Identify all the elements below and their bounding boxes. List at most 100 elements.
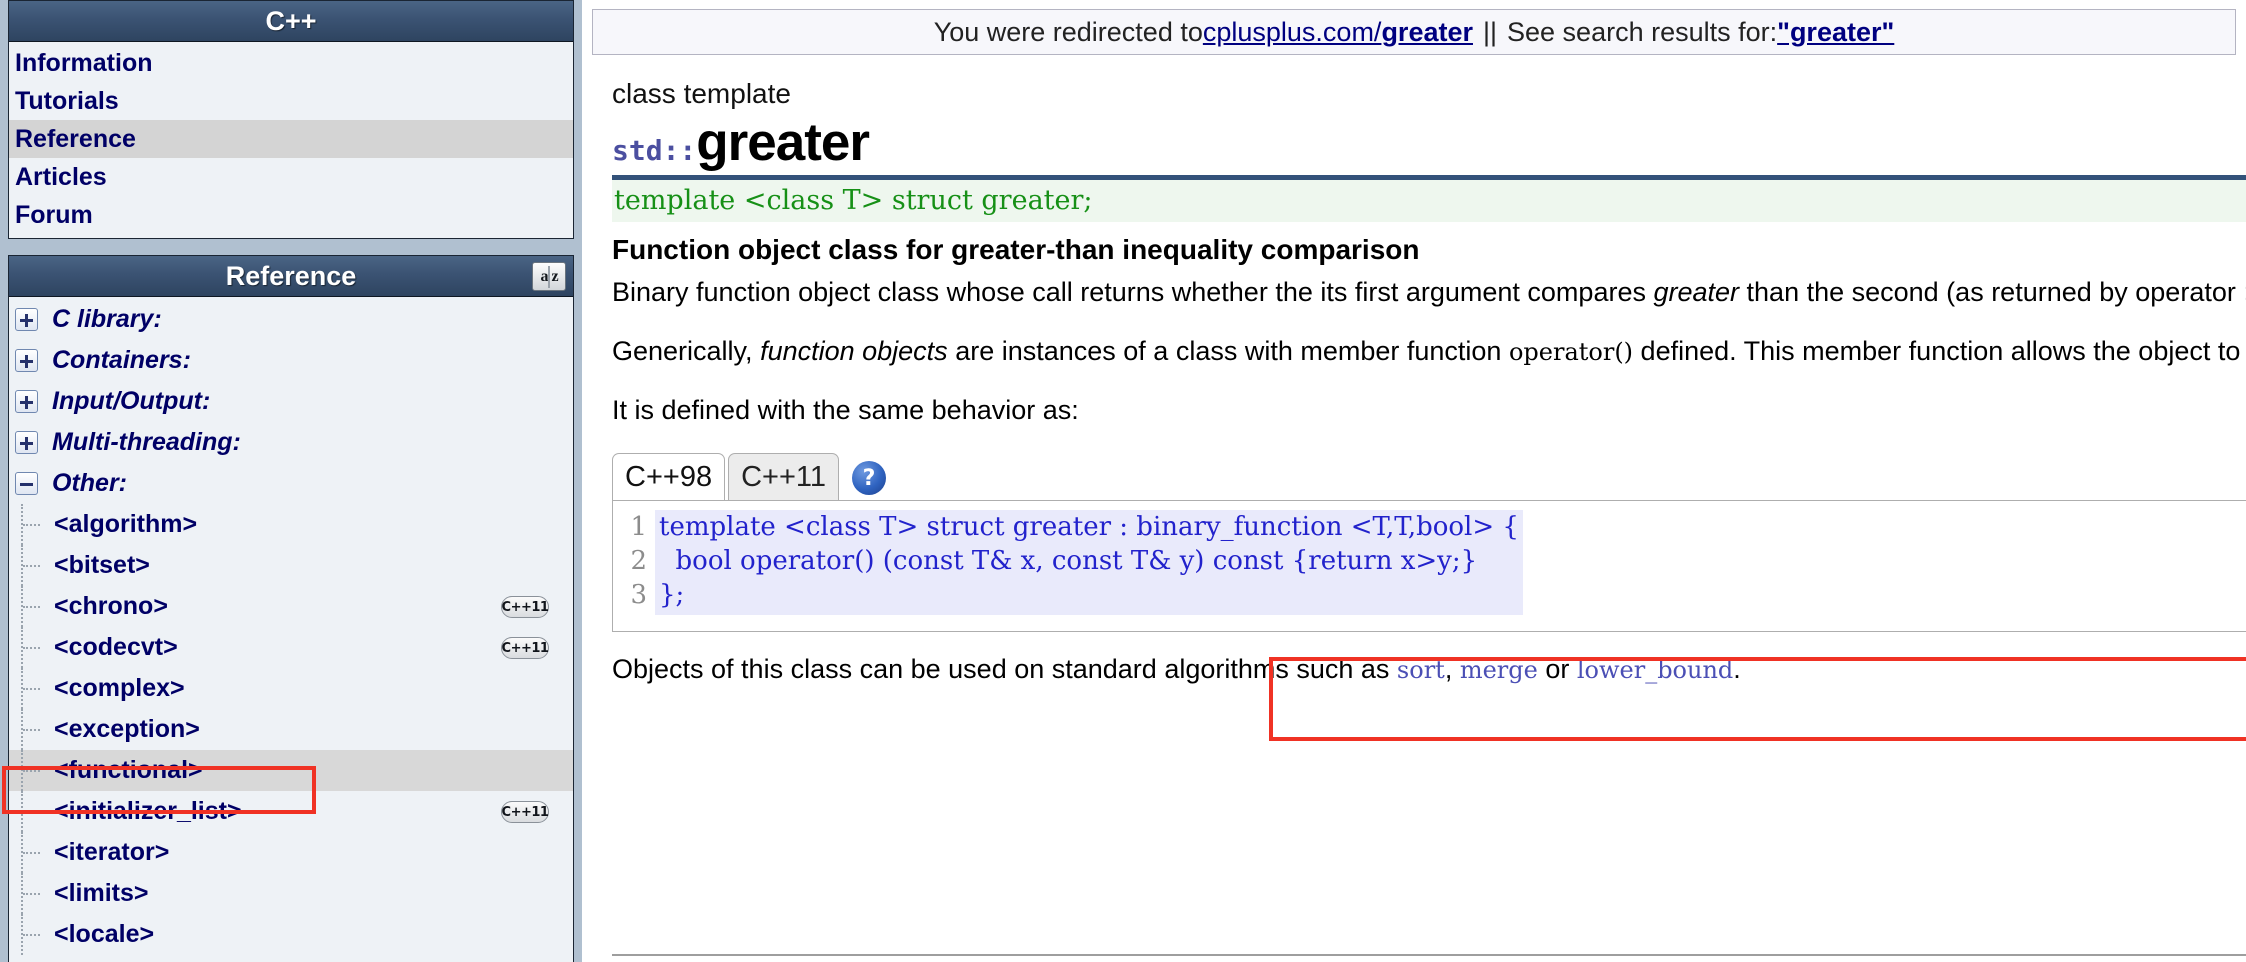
tree-item-label: <limits>	[54, 879, 149, 907]
tree-group-input-output[interactable]: Input/Output:	[9, 381, 573, 422]
tree-group-other[interactable]: Other:	[9, 463, 573, 504]
cpp11-badge: C++11	[501, 637, 549, 659]
redirect-prefix: You were redirected to	[933, 16, 1203, 47]
help-icon[interactable]: ?	[852, 461, 886, 495]
page-root: C++ Information Tutorials Reference Arti…	[0, 0, 2246, 962]
a-z-index-icon[interactable]: az	[532, 262, 566, 291]
cpp11-badge: C++11	[501, 596, 549, 618]
tree-item-label: <iterator>	[54, 838, 170, 866]
plus-icon[interactable]	[15, 308, 38, 331]
tree-item-codecvt[interactable]: <codecvt> C++11	[9, 627, 573, 668]
tab-cpp98[interactable]: C++98	[612, 453, 726, 501]
tree-item-label: <algorithm>	[54, 510, 198, 538]
tree-connector-icon	[15, 791, 40, 832]
redirect-link[interactable]: cplusplus.com/greater	[1203, 17, 1473, 48]
tree-item-initializer-list[interactable]: <initializer_list> C++11	[9, 791, 573, 832]
plus-icon[interactable]	[15, 431, 38, 454]
code-line: template <class T> struct greater : bina…	[659, 512, 1519, 542]
minus-icon[interactable]	[15, 472, 38, 495]
tree-connector-icon	[15, 504, 40, 545]
line-number: 1	[630, 512, 647, 542]
code-table: 1 2 3 template <class T> struct greater …	[613, 510, 2246, 615]
tree-connector-icon	[15, 750, 40, 791]
tree-item-complex[interactable]: <complex>	[9, 668, 573, 709]
p1-part-b: than the second (as returned by operator	[1739, 277, 2244, 307]
tree-group-label: Multi-threading:	[52, 428, 241, 456]
article-closing-paragraph: Objects of this class can be used on sta…	[612, 654, 2246, 685]
code-line: bool operator() (const T& x, const T& y)…	[659, 546, 1478, 576]
tree-item-functional[interactable]: <functional>	[9, 750, 573, 791]
redirect-separator: ||	[1482, 16, 1498, 47]
code-block: 1 2 3 template <class T> struct greater …	[612, 500, 2246, 632]
sidebar-item-forum[interactable]: Forum	[9, 196, 573, 234]
tree-item-label: <exception>	[54, 715, 200, 743]
p2-part-a: Generically,	[612, 336, 761, 366]
tree-connector-icon	[15, 832, 40, 873]
tree-group-label: Containers:	[52, 346, 191, 374]
plus-icon[interactable]	[15, 349, 38, 372]
main-nav-panel: C++ Information Tutorials Reference Arti…	[8, 0, 574, 239]
search-results-link[interactable]: "greater"	[1777, 17, 1894, 48]
tree-item-locale[interactable]: <locale>	[9, 914, 573, 955]
code-line-numbers: 1 2 3	[613, 510, 655, 615]
sidebar-item-articles[interactable]: Articles	[9, 158, 573, 196]
tree-group-containers[interactable]: Containers:	[9, 340, 573, 381]
tree-group-label: Input/Output:	[52, 387, 211, 415]
footer-divider	[612, 954, 2246, 956]
sidebar: C++ Information Tutorials Reference Arti…	[0, 0, 582, 962]
tree-connector-icon	[15, 668, 40, 709]
link-lower-bound[interactable]: lower_bound	[1577, 656, 1733, 684]
tree-group-label: C library:	[52, 305, 162, 333]
link-merge[interactable]: merge	[1460, 656, 1538, 684]
p2-emphasis: function objects	[760, 336, 948, 366]
closing-end: .	[1733, 654, 1741, 684]
tree-connector-icon	[15, 586, 40, 627]
tree-item-label: <chrono>	[54, 592, 168, 620]
closing-sep-2: or	[1537, 654, 1577, 684]
p2-part-b: are instances of a class with member fun…	[947, 336, 1509, 366]
prototype-declaration: template <class T> struct greater;	[612, 180, 2246, 222]
tree-item-label: <codecvt>	[54, 633, 178, 661]
link-sort[interactable]: sort	[1397, 656, 1445, 684]
main-nav-title: C++	[9, 0, 573, 42]
tree-item-label: <functional>	[54, 756, 203, 784]
tree-item-chrono[interactable]: <chrono> C++11	[9, 586, 573, 627]
reference-panel: Reference az C library: Containers: Inpu…	[8, 255, 574, 962]
tree-item-limits[interactable]: <limits>	[9, 873, 573, 914]
tree-item-label: <complex>	[54, 674, 185, 702]
cpp11-badge: C++11	[501, 801, 549, 823]
sidebar-item-tutorials[interactable]: Tutorials	[9, 82, 573, 120]
tree-item-bitset[interactable]: <bitset>	[9, 545, 573, 586]
reference-panel-title-text: Reference	[225, 261, 357, 291]
p1-emphasis: greater	[1653, 277, 1740, 307]
tab-cpp11[interactable]: C++11	[728, 453, 839, 501]
tree-group-c-library[interactable]: C library:	[9, 299, 573, 340]
plus-icon[interactable]	[15, 390, 38, 413]
title-namespace: std::	[612, 134, 697, 167]
page-title: std:: greater	[612, 115, 2246, 171]
closing-sep-1: ,	[1444, 654, 1460, 684]
tree-item-iterator[interactable]: <iterator>	[9, 832, 573, 873]
reference-panel-title: Reference az	[9, 255, 573, 297]
tree-item-label: <bitset>	[54, 551, 150, 579]
code-version-tabs: C++98 C++11 ?	[612, 450, 2246, 501]
sidebar-item-reference[interactable]: Reference	[9, 120, 573, 158]
article-kicker: class template	[612, 78, 791, 109]
line-number: 2	[630, 546, 647, 576]
main-nav-list: Information Tutorials Reference Articles…	[9, 42, 573, 238]
tree-item-algorithm[interactable]: <algorithm>	[9, 504, 573, 545]
tree-connector-icon	[15, 709, 40, 750]
line-number: 3	[630, 580, 647, 610]
tree-group-multi-threading[interactable]: Multi-threading:	[9, 422, 573, 463]
redirect-link-path: greater	[1381, 16, 1473, 47]
tree-item-exception[interactable]: <exception>	[9, 709, 573, 750]
tree-connector-icon	[15, 627, 40, 668]
code-source[interactable]: template <class T> struct greater : bina…	[655, 510, 1523, 615]
article-paragraph-1: Binary function object class whose call …	[612, 274, 2246, 311]
search-results-prefix: See search results for:	[1507, 16, 1778, 47]
article: class template std:: greater template <c…	[582, 55, 2246, 685]
redirect-notice: You were redirected to cplusplus.com/gre…	[592, 9, 2236, 55]
redirect-link-domain: cplusplus.com/	[1202, 16, 1382, 47]
sidebar-item-information[interactable]: Information	[9, 44, 573, 82]
tree-connector-icon	[15, 914, 40, 955]
